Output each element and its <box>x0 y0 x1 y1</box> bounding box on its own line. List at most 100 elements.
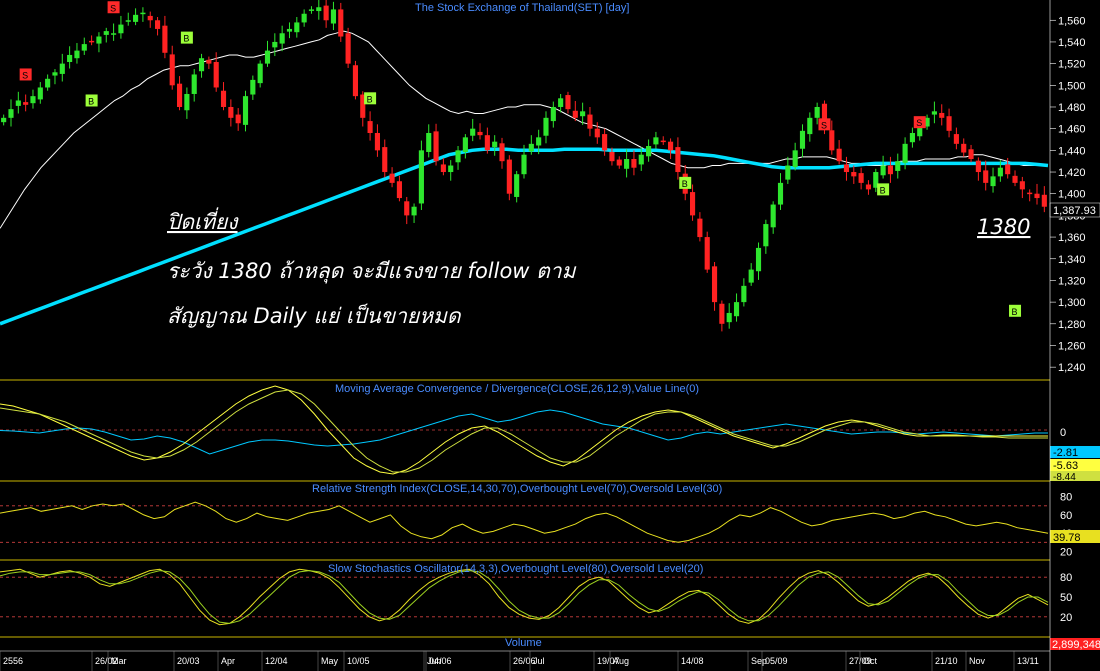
stoch-y-tick-label: 20 <box>1060 612 1072 624</box>
candle-body <box>155 20 161 29</box>
candle-body <box>45 78 51 88</box>
candle-body <box>902 143 908 163</box>
candle-body <box>455 150 461 163</box>
candle-body <box>733 302 740 317</box>
stock-chart: SSBBBBSBSBBS The Stock Exchange of Thail… <box>0 0 1100 671</box>
candle-body <box>484 135 490 151</box>
candle-body <box>206 59 212 64</box>
candle-body <box>1041 194 1047 207</box>
annotation-line-2: สัญญาณ Daily แย่ เป็นขายหมด <box>167 303 462 328</box>
candle-body <box>147 15 153 21</box>
stoch-y-tick-label: 50 <box>1060 592 1072 604</box>
candle-body <box>975 160 981 173</box>
candle-body <box>67 54 73 62</box>
candle-body <box>433 131 439 162</box>
macd-panel-title: Moving Average Convergence / Divergence(… <box>335 383 699 395</box>
candle-body <box>946 116 952 131</box>
x-axis-label: 10/05 <box>347 656 370 666</box>
candle-body <box>1 117 7 123</box>
signal-marker-label: S <box>916 118 922 128</box>
candle-body <box>15 100 21 106</box>
candle-body <box>660 140 666 143</box>
rsi-y-tick-label: 60 <box>1060 510 1072 522</box>
candle-body <box>338 9 344 37</box>
candle-body <box>162 25 168 53</box>
candle-body <box>330 9 337 24</box>
candle-body <box>118 24 124 34</box>
candle-body <box>37 87 43 100</box>
price-y-tick-label: 1,340 <box>1058 254 1086 266</box>
candle-body <box>631 159 637 168</box>
price-y-tick-label: 1,280 <box>1058 319 1086 331</box>
price-y-tick-label: 1,360 <box>1058 232 1086 244</box>
last-price-label: 1,387.93 <box>1053 205 1096 217</box>
candle-body <box>103 31 109 35</box>
candle-body <box>616 159 622 166</box>
candle-body <box>198 58 205 72</box>
candle-body <box>836 148 842 162</box>
candle-body <box>968 149 974 160</box>
candle-body <box>1012 175 1018 183</box>
candle-body <box>763 224 769 247</box>
candle-body <box>748 269 754 283</box>
candle-body <box>125 20 131 22</box>
signal-marker-label: S <box>22 70 28 80</box>
candle-body <box>301 13 307 23</box>
candle-body <box>792 150 798 168</box>
candle-body <box>470 128 476 136</box>
candle-body <box>704 237 710 270</box>
signal-marker-label: B <box>367 94 373 104</box>
stoch-y-tick-label: 80 <box>1060 572 1072 584</box>
candle-body <box>176 83 183 107</box>
candle-body <box>807 117 813 135</box>
candle-body <box>506 159 512 194</box>
macd-zero-label: 0 <box>1060 427 1066 439</box>
candle-body <box>272 41 278 48</box>
candle-body <box>140 12 146 15</box>
candle-body <box>169 54 175 86</box>
candle-body <box>389 173 395 183</box>
candle-body <box>755 247 762 272</box>
x-axis-label: Aug <box>613 656 629 666</box>
candle-body <box>858 173 864 183</box>
candle-body <box>345 33 351 64</box>
price-panel-title: The Stock Exchange of Thailand(SET) [day… <box>415 2 629 14</box>
candle-body <box>418 150 424 204</box>
candle-body <box>286 28 293 32</box>
candle-body <box>770 204 776 228</box>
signal-marker-label: B <box>183 34 189 44</box>
rsi-y-tick-label: 80 <box>1060 492 1072 504</box>
candle-body <box>242 96 249 125</box>
price-y-tick-label: 1,320 <box>1058 275 1086 287</box>
x-axis-label: May <box>321 656 339 666</box>
candle-body <box>711 266 718 303</box>
x-axis-label: Apr <box>221 656 235 666</box>
candle-body <box>462 137 468 152</box>
candle-body <box>565 95 571 110</box>
x-axis-label: Oct <box>863 656 878 666</box>
candle-body <box>909 133 915 143</box>
candle-body <box>521 154 527 175</box>
candle-body <box>448 165 454 173</box>
candle-body <box>404 201 410 216</box>
candle-body <box>228 106 234 118</box>
candle-body <box>96 36 102 44</box>
candle-body <box>52 72 58 76</box>
candle-body <box>308 9 315 11</box>
volume-value: 2,899,348 <box>1052 639 1100 651</box>
candle-body <box>528 143 534 152</box>
candle-body <box>689 192 696 216</box>
candle-body <box>426 133 432 152</box>
candle-body <box>983 170 989 183</box>
candle-body <box>880 165 886 176</box>
price-y-tick-label: 1,460 <box>1058 124 1086 136</box>
candle-body <box>594 128 600 138</box>
candle-body <box>294 22 300 33</box>
candle-body <box>587 114 593 129</box>
candle-body <box>843 164 850 173</box>
price-y-tick-label: 1,540 <box>1058 37 1086 49</box>
candle-body <box>931 111 937 115</box>
price-y-tick-label: 1,560 <box>1058 15 1086 27</box>
candle-body <box>726 312 732 323</box>
candle-body <box>89 40 95 43</box>
